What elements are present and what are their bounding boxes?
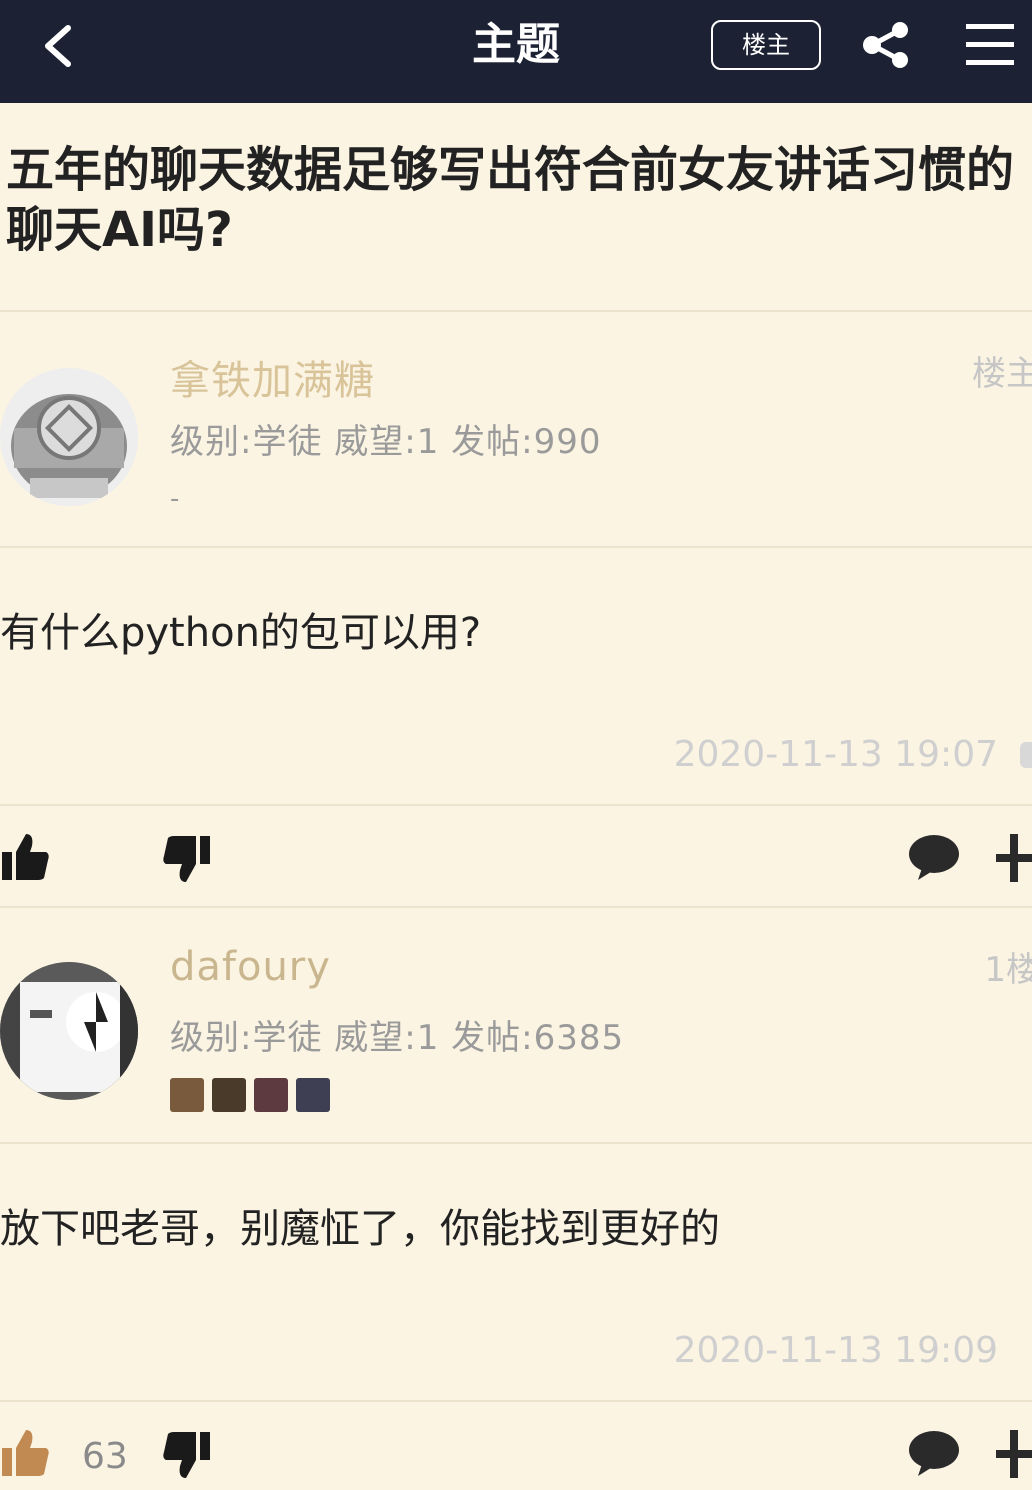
umbrella-avatar-icon (0, 962, 138, 1100)
divider (0, 804, 1032, 806)
floor-label: 楼主 (972, 354, 1032, 394)
divider (0, 1400, 1032, 1402)
divider (0, 906, 1032, 908)
comment-icon[interactable] (908, 834, 960, 880)
avatar[interactable] (0, 962, 138, 1100)
add-icon[interactable] (996, 834, 1032, 882)
thumbs-down-icon[interactable] (162, 1430, 210, 1480)
badge-icon[interactable] (296, 1078, 330, 1112)
floor-label: 1楼 (984, 950, 1032, 990)
badge-row (170, 1078, 330, 1112)
like-count: 63 (82, 1436, 128, 1477)
post-content: 有什么python的包可以用? (0, 610, 482, 656)
divider (0, 310, 1032, 312)
user-stats: 级别:学徒 威望:1 发帖:6385 (170, 1018, 625, 1058)
comment-icon[interactable] (908, 1430, 960, 1476)
badge-icon[interactable] (212, 1078, 246, 1112)
thumbs-up-icon[interactable] (2, 832, 50, 882)
user-stats: 级别:学徒 威望:1 发帖:990 (170, 422, 602, 462)
thumbs-down-icon[interactable] (162, 834, 210, 884)
menu-icon[interactable] (964, 22, 1016, 68)
only-op-button[interactable]: 楼主 (711, 20, 821, 70)
divider (0, 1142, 1032, 1144)
divider (0, 546, 1032, 548)
share-icon[interactable] (860, 20, 912, 70)
top-navigation-bar: 主题 楼主 (0, 0, 1032, 103)
badge-icon[interactable] (254, 1078, 288, 1112)
post-time: 2020-11-13 19:09 (673, 1330, 998, 1371)
author-name[interactable]: dafoury (170, 944, 331, 990)
default-avatar-icon (0, 368, 138, 506)
add-icon[interactable] (996, 1430, 1032, 1478)
post-time: 2020-11-13 19:07 (673, 734, 998, 775)
post-content: 放下吧老哥，别魔怔了，你能找到更好的 (0, 1206, 720, 1252)
thread-title: 五年的聊天数据足够写出符合前女友讲话习惯的聊天AI吗? (6, 142, 1015, 258)
thumbs-up-icon[interactable] (2, 1428, 50, 1478)
author-name[interactable]: 拿铁加满糖 (170, 348, 375, 406)
badge-icon[interactable] (170, 1078, 204, 1112)
more-icon[interactable] (1020, 742, 1032, 768)
avatar[interactable] (0, 368, 138, 506)
signature: - (170, 484, 180, 514)
